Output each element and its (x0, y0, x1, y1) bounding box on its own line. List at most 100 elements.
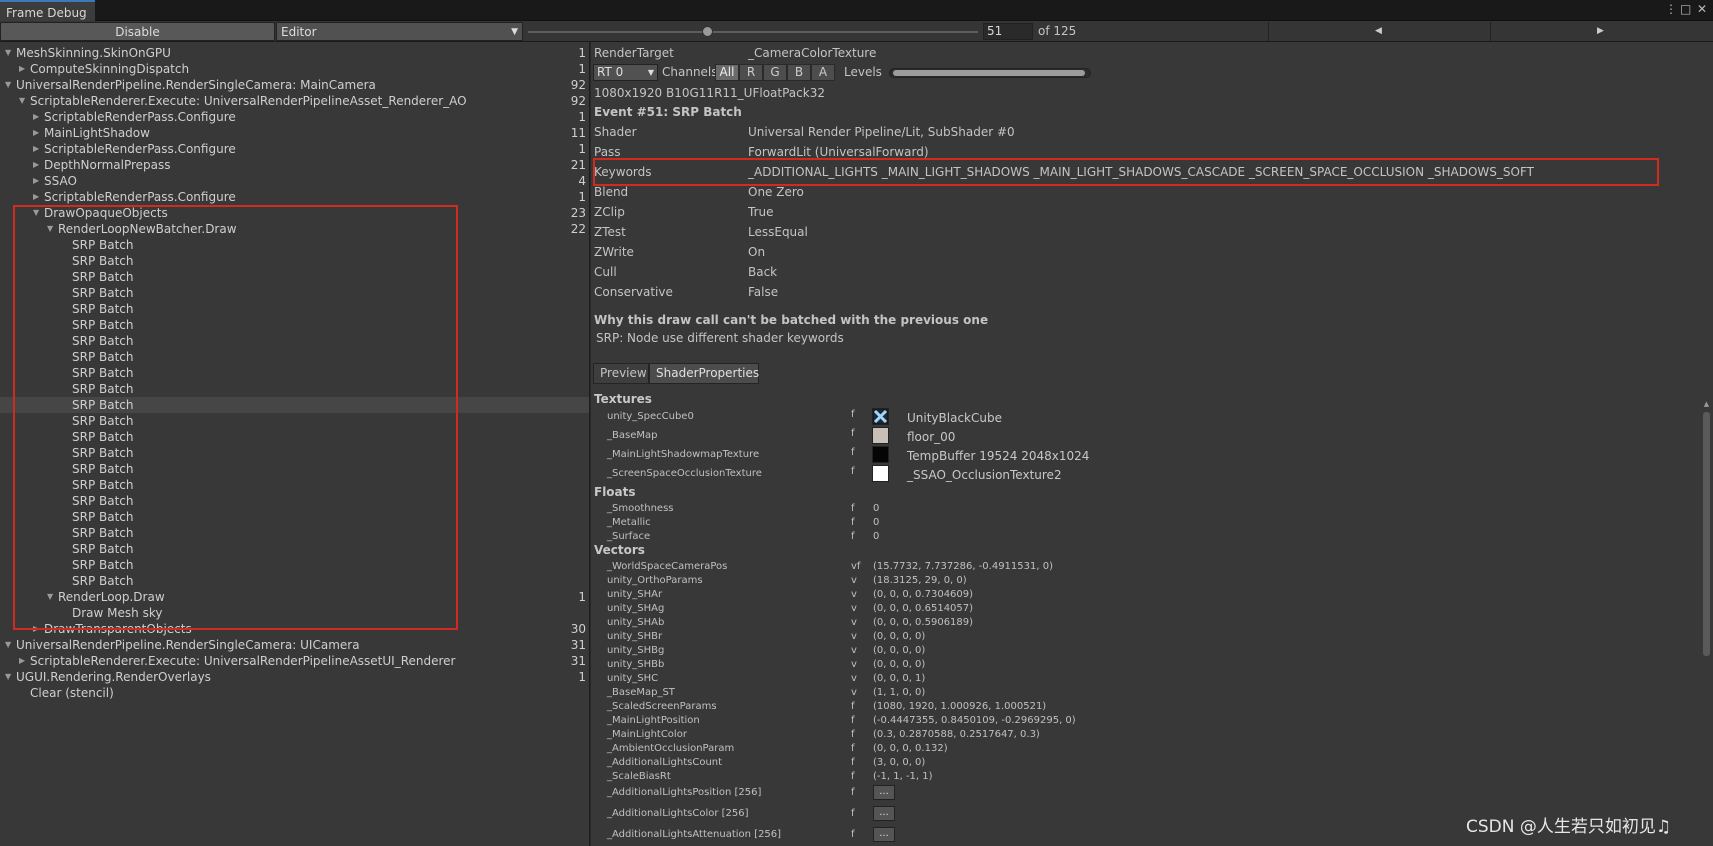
texture-asset-name: TempBuffer 19524 2048x1024 (907, 449, 1090, 463)
tree-row[interactable]: ▼ ScriptableRenderer.Execute: UniversalRe… (0, 93, 589, 109)
expand-array-button[interactable]: ... (873, 827, 895, 842)
tree-row[interactable]: ▶ MainLightShadow 11 (0, 125, 589, 141)
collapsed-arrow-icon[interactable]: ▶ (33, 173, 43, 189)
tree-row[interactable]: SRP Batch (0, 317, 589, 333)
property-type: f (851, 808, 855, 819)
expanded-arrow-icon[interactable]: ▼ (5, 45, 15, 61)
tree-row[interactable]: ▼ RenderLoopNewBatcher.Draw 22 (0, 221, 589, 237)
tree-row[interactable]: SRP Batch (0, 253, 589, 269)
collapsed-arrow-icon[interactable]: ▶ (19, 61, 29, 77)
close-icon[interactable]: ✕ (1697, 2, 1707, 16)
render-target-toolbar: RT 0 ▼ Channels All R G B A Levels (591, 63, 1096, 82)
texture-swatch[interactable] (872, 427, 889, 444)
levels-slider[interactable] (889, 68, 1091, 78)
maximize-icon[interactable]: □ (1680, 2, 1691, 16)
collapsed-arrow-icon[interactable]: ▶ (33, 621, 43, 637)
expanded-arrow-icon[interactable]: ▼ (5, 77, 15, 93)
tab-preview[interactable]: Preview (593, 363, 649, 384)
tree-row[interactable]: ▼ UniversalRenderPipeline.RenderSingleCam… (0, 77, 589, 93)
tree-row[interactable]: SRP Batch (0, 525, 589, 541)
tree-row[interactable]: SRP Batch (0, 333, 589, 349)
channel-a-button[interactable]: A (811, 64, 835, 81)
tree-row[interactable]: ▶ ScriptableRenderPass.Configure 1 (0, 189, 589, 205)
collapsed-arrow-icon[interactable]: ▶ (33, 157, 43, 173)
next-event-button[interactable]: ▶ (1490, 22, 1710, 41)
collapsed-arrow-icon[interactable]: ▶ (33, 109, 43, 125)
expanded-arrow-icon[interactable]: ▼ (47, 221, 57, 237)
tree-row-label: SRP Batch (72, 366, 134, 380)
tree-row[interactable]: SRP Batch (0, 493, 589, 509)
tree-row[interactable]: SRP Batch (0, 301, 589, 317)
channel-all-button[interactable]: All (715, 64, 739, 81)
disable-button[interactable]: Disable (0, 22, 275, 41)
tree-row[interactable]: ▶ ComputeSkinningDispatch 1 (0, 61, 589, 77)
tree-row[interactable]: SRP Batch (0, 477, 589, 493)
expanded-arrow-icon[interactable]: ▼ (5, 637, 15, 653)
tree-row[interactable]: ▶ ScriptableRenderer.Execute: UniversalRe… (0, 653, 589, 669)
cube-texture-icon[interactable] (872, 408, 889, 425)
collapsed-arrow-icon[interactable]: ▶ (33, 189, 43, 205)
collapsed-arrow-icon[interactable]: ▶ (33, 125, 43, 141)
frame-index-input[interactable]: 51 (983, 23, 1033, 40)
scroll-up-icon[interactable]: ▲ (1702, 400, 1711, 408)
tree-row[interactable]: SRP Batch (0, 461, 589, 477)
tree-row[interactable]: Clear (stencil) (0, 685, 589, 701)
expanded-arrow-icon[interactable]: ▼ (5, 669, 15, 685)
tree-row[interactable]: ▼ DrawOpaqueObjects 23 (0, 205, 589, 221)
levels-range[interactable] (893, 70, 1085, 76)
rt-dropdown[interactable]: RT 0 ▼ (593, 64, 658, 81)
target-dropdown[interactable]: Editor ▼ (276, 22, 523, 41)
event-tree-panel[interactable]: ▼ MeshSkinning.SkinOnGPU 1 ▶ ComputeSkinning… (0, 42, 590, 846)
expand-array-button[interactable]: ... (873, 785, 895, 800)
tree-row[interactable]: SRP Batch (0, 349, 589, 365)
window-titlebar: Frame Debug ⋮ □ ✕ (0, 0, 1713, 21)
tree-row[interactable]: SRP Batch (0, 509, 589, 525)
tree-row[interactable]: SRP Batch (0, 237, 589, 253)
tree-row[interactable]: SRP Batch (0, 269, 589, 285)
tree-row[interactable]: SRP Batch (0, 557, 589, 573)
tree-row[interactable]: SRP Batch (0, 285, 589, 301)
tree-row-label: SRP Batch (72, 558, 134, 572)
expanded-arrow-icon[interactable]: ▼ (47, 589, 57, 605)
expanded-arrow-icon[interactable]: ▼ (19, 93, 29, 109)
tree-row[interactable]: ▶ DepthNormalPrepass 21 (0, 157, 589, 173)
tree-row[interactable]: SRP Batch (0, 381, 589, 397)
scrollbar-thumb[interactable] (1703, 412, 1710, 656)
collapsed-arrow-icon[interactable]: ▶ (19, 653, 29, 669)
tree-row[interactable]: SRP Batch (0, 445, 589, 461)
tree-row[interactable]: SRP Batch (0, 429, 589, 445)
tree-row[interactable]: ▼ UGUI.Rendering.RenderOverlays 1 (0, 669, 589, 685)
channel-g-button[interactable]: G (763, 64, 787, 81)
tree-row[interactable]: ▶ DrawTransparentObjects 30 (0, 621, 589, 637)
frame-slider-track[interactable] (528, 31, 978, 33)
collapsed-arrow-icon[interactable]: ▶ (33, 141, 43, 157)
tree-row[interactable]: SRP Batch (0, 541, 589, 557)
tree-row[interactable]: ▶ SSAO 4 (0, 173, 589, 189)
tree-row[interactable]: ▶ ScriptableRenderPass.Configure 1 (0, 109, 589, 125)
channel-r-button[interactable]: R (739, 64, 763, 81)
tree-row-label: SRP Batch (72, 286, 134, 300)
channel-b-button[interactable]: B (787, 64, 811, 81)
expand-array-button[interactable]: ... (873, 806, 895, 821)
property-value: (1080, 1920, 1.000926, 1.000521) (873, 701, 1047, 712)
property-name: unity_SHAr (607, 589, 663, 600)
tree-row-count: 1 (578, 670, 586, 684)
properties-scrollbar[interactable]: ▲ (1702, 400, 1711, 840)
tree-row[interactable]: SRP Batch (0, 573, 589, 589)
expanded-arrow-icon[interactable]: ▼ (33, 205, 43, 221)
tab-frame-debug[interactable]: Frame Debug (0, 0, 95, 21)
tree-row[interactable]: ▶ ScriptableRenderPass.Configure 1 (0, 141, 589, 157)
tree-row[interactable]: ▼ RenderLoop.Draw 1 (0, 589, 589, 605)
tree-row[interactable]: SRP Batch (0, 365, 589, 381)
texture-swatch[interactable] (872, 465, 889, 482)
tree-row[interactable]: Draw Mesh sky (0, 605, 589, 621)
more-options-icon[interactable]: ⋮ (1665, 2, 1677, 16)
tree-row[interactable]: ▼ UniversalRenderPipeline.RenderSingleCam… (0, 637, 589, 653)
tab-shader-properties[interactable]: ShaderProperties (649, 363, 759, 384)
prev-event-button[interactable]: ◀ (1268, 22, 1488, 41)
texture-swatch[interactable] (872, 446, 889, 463)
tree-row[interactable]: SRP Batch (0, 397, 589, 413)
tree-row[interactable]: ▼ MeshSkinning.SkinOnGPU 1 (0, 45, 589, 61)
frame-slider-thumb[interactable] (702, 26, 713, 37)
tree-row[interactable]: SRP Batch (0, 413, 589, 429)
